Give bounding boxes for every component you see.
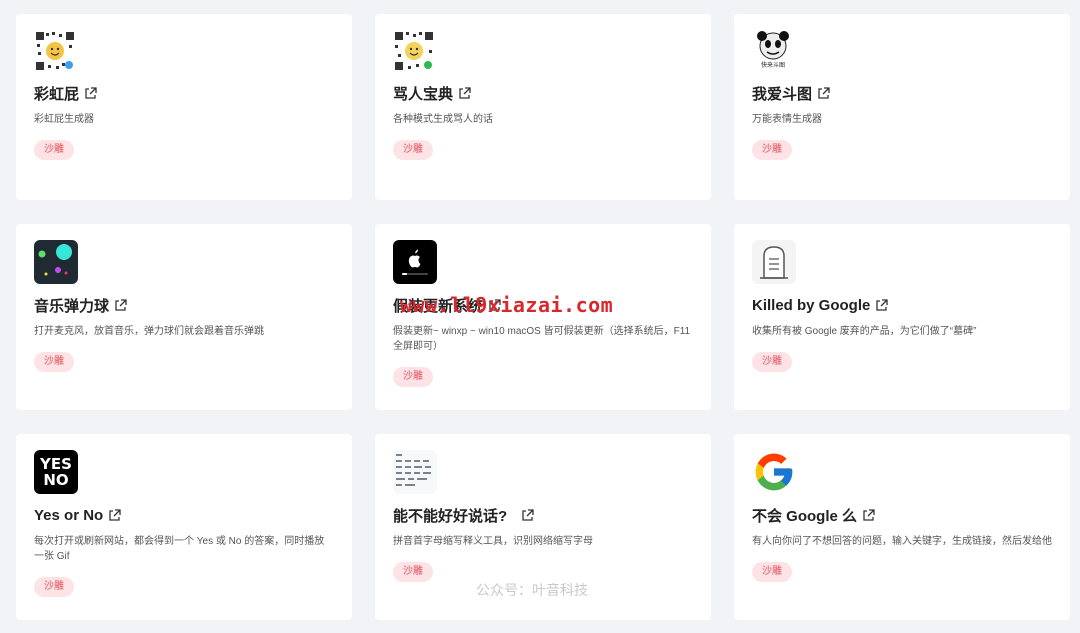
card-description: 彩虹屁生成器 [34,114,94,125]
tag-badge[interactable]: 沙雕 [752,562,792,582]
tool-card[interactable]: 骂人宝典 各种模式生成骂人的话 沙雕 [375,14,711,200]
tool-card[interactable]: 假装更新系统 假装更新~ winxp ~ win10 macOS 皆可假装更新（… [375,224,711,410]
card-title[interactable]: 骂人宝典 [393,83,453,104]
tag-badge[interactable]: 沙雕 [34,140,74,160]
card-description: 各种模式生成骂人的话 [393,114,493,125]
qr-smiley-icon [393,30,435,72]
bouncing-balls-icon [34,240,78,284]
site-watermark: www.ll9xiazai.com [400,293,614,317]
tool-card[interactable]: Killed by Google 收集所有被 Google 废弃的产品，为它们做… [734,224,1070,410]
tag-badge[interactable]: 沙雕 [393,367,433,387]
tool-card[interactable]: 快来斗图 我爱斗图 万能表情生成器 沙雕 [734,14,1070,200]
card-description: 有人向你问了不想回答的问题，输入关键字，生成链接，然后发给他 [752,536,1052,547]
yes-no-icon: YES NO [34,450,78,494]
tag-badge[interactable]: 沙雕 [393,562,433,582]
card-description: 打开麦克风，放首音乐，弹力球们就会跟着音乐弹跳 [34,326,264,337]
footer-watermark: 公众号：叶音科技 [476,582,588,598]
icon-text-no: NO [43,470,69,489]
tag-badge[interactable]: 沙雕 [34,577,74,597]
card-title[interactable]: 不会 Google 么 [752,505,857,526]
external-link-icon[interactable] [862,508,875,522]
qr-sun-icon [34,30,76,72]
card-description: 每次打开或刷新网站，都会得到一个 Yes 或 No 的答案，同时播放一张 Gif [34,536,325,562]
card-title[interactable]: Yes or No [34,507,103,524]
tool-card[interactable]: 彩虹屁 彩虹屁生成器 沙雕 [16,14,352,200]
icon-text-yes: YES [40,454,72,473]
external-link-icon[interactable] [817,86,830,100]
card-title[interactable]: 我爱斗图 [752,83,812,104]
tag-badge[interactable]: 沙雕 [752,140,792,160]
external-link-icon[interactable] [114,298,127,312]
external-link-icon[interactable] [875,298,889,312]
card-title[interactable]: 能不能好好说话? [393,505,507,526]
card-title[interactable]: Killed by Google [752,297,870,314]
card-description: 假装更新~ winxp ~ win10 macOS 皆可假装更新（选择系统后，F… [393,326,691,352]
panda-meme-icon: 快来斗图 [752,30,794,72]
icon-caption: 快来斗图 [760,63,785,69]
external-link-icon[interactable] [84,86,97,100]
card-description: 万能表情生成器 [752,114,822,125]
tag-badge[interactable]: 沙雕 [34,352,74,372]
tag-badge[interactable]: 沙雕 [393,140,433,160]
tool-card[interactable]: YES NO Yes or No 每次打开或刷新网站，都会得到一个 Yes 或 … [16,434,352,620]
card-description: 拼音首字母缩写释义工具，识别网络缩写字母 [393,536,593,547]
card-title[interactable]: 音乐弹力球 [34,295,109,316]
external-link-icon[interactable] [521,508,534,522]
tag-badge[interactable]: 沙雕 [752,352,792,372]
abbreviation-table-icon [393,450,437,494]
tool-card[interactable]: 音乐弹力球 打开麦克风，放首音乐，弹力球们就会跟着音乐弹跳 沙雕 [16,224,352,410]
tool-card[interactable]: 不会 Google 么 有人向你问了不想回答的问题，输入关键字，生成链接，然后发… [734,434,1070,620]
external-link-icon[interactable] [108,508,121,522]
apple-update-icon [393,240,437,284]
card-description: 收集所有被 Google 废弃的产品，为它们做了“墓碑” [752,326,977,337]
external-link-icon[interactable] [458,86,471,100]
google-g-icon [752,450,796,494]
tombstone-icon [752,240,796,284]
card-title[interactable]: 彩虹屁 [34,83,79,104]
